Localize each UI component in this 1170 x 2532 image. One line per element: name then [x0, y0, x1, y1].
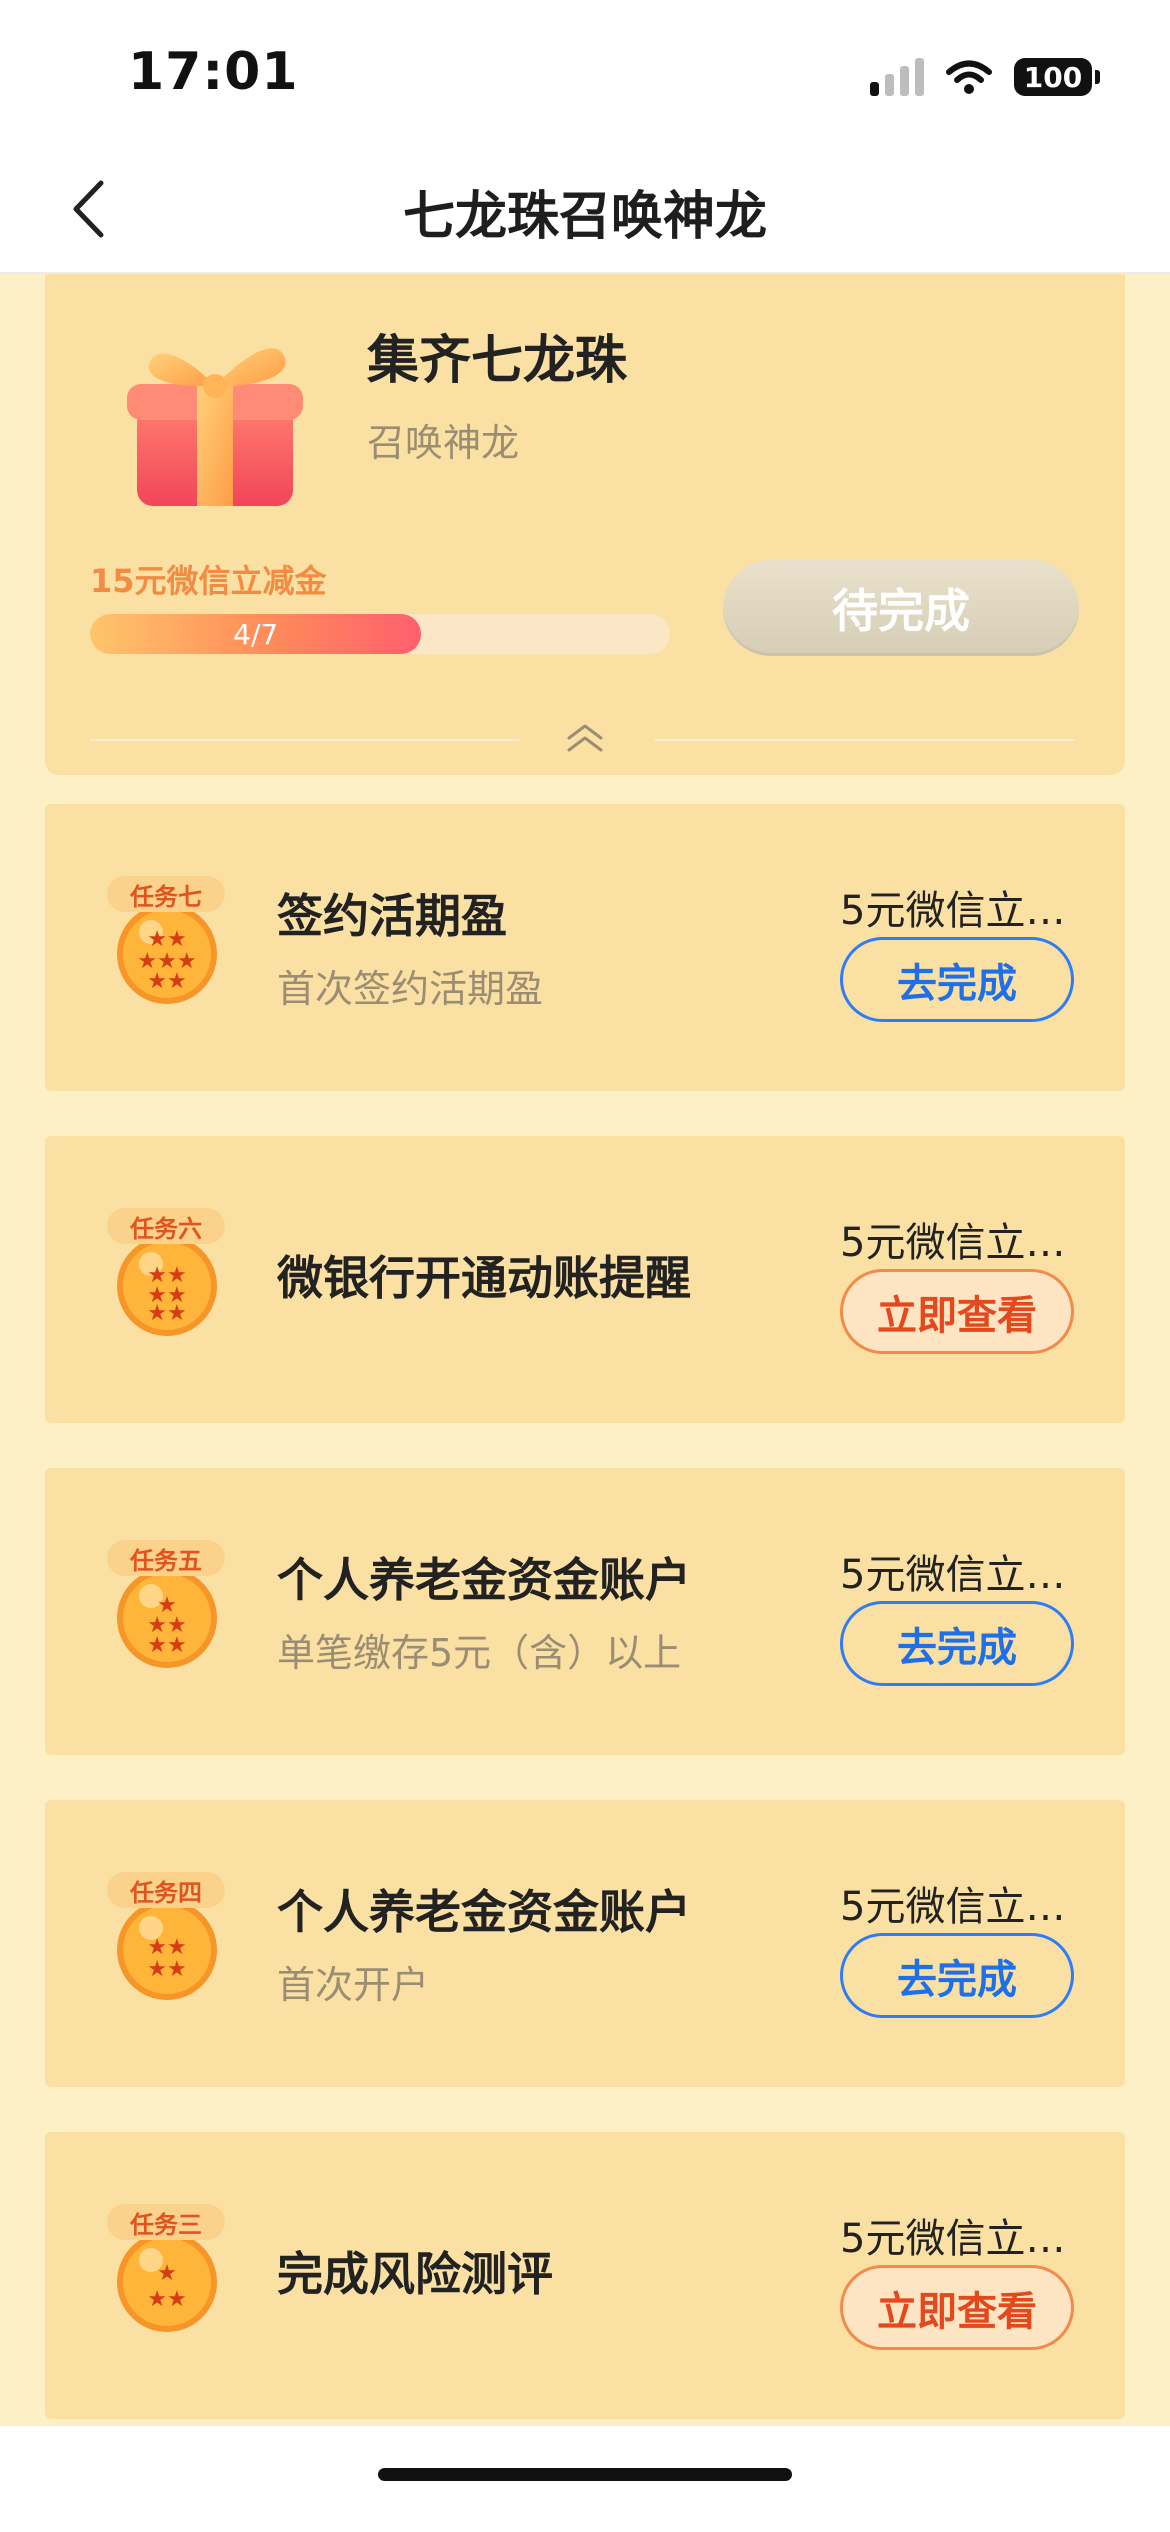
progress-fill: 4/7 [90, 614, 422, 654]
go-complete-button[interactable]: 去完成 [840, 1601, 1074, 1686]
task-card: 任务七 ★★★ ★★ ★★ 签约活期盈 首次签约活期盈 5元微信立减金 去完成 [45, 804, 1125, 1091]
status-icons: 100 [870, 52, 1100, 102]
wifi-icon [946, 60, 992, 94]
status-bar: 17:01 100 [0, 0, 1170, 150]
page-title: 七龙珠召唤神龙 [402, 187, 767, 247]
task-card: 任务三 ★ ★★ 完成风险测评 5元微信立减金 立即查看 [45, 2132, 1125, 2419]
bottom-bar [0, 2426, 1170, 2532]
task-card: 任务四 ★★ ★★ 个人养老金资金账户 首次开户 5元微信立减金 去完成 [45, 1800, 1125, 2087]
task-reward: 5元微信立减金 [840, 1884, 1085, 1930]
dragon-ball-icon: ★ ★★ [117, 2232, 217, 2332]
status-time: 17:01 [128, 42, 299, 102]
go-complete-button[interactable]: 去完成 [840, 937, 1074, 1022]
reward-label: 15元微信立减金 [90, 562, 327, 600]
view-now-button[interactable]: 立即查看 [840, 1269, 1074, 1354]
progress-bar: 4/7 [90, 614, 670, 654]
svg-text:★★: ★★ [147, 1633, 186, 1658]
task-reward: 5元微信立减金 [840, 2216, 1085, 2262]
task-subtitle: 首次签约活期盈 [277, 967, 544, 1011]
task-subtitle: 单笔缴存5元（含）以上 [277, 1631, 682, 1675]
task-reward: 5元微信立减金 [840, 888, 1085, 934]
view-now-button[interactable]: 立即查看 [840, 2265, 1074, 2350]
signal-icon [870, 58, 924, 96]
dragon-ball-icon: ★ ★★ ★★ [117, 1568, 217, 1668]
collapse-chevron-icon [567, 724, 603, 752]
task-title: 微银行开通动账提醒 [277, 1251, 691, 1305]
task-card: 任务五 ★ ★★ ★★ 个人养老金资金账户 单笔缴存5元（含）以上 5元微信立减… [45, 1468, 1125, 1755]
task-reward: 5元微信立减金 [840, 1220, 1085, 1266]
divider [90, 739, 520, 741]
task-card: 任务六 ★★ ★★ ★★ 微银行开通动账提醒 5元微信立减金 立即查看 [45, 1136, 1125, 1423]
task-badge: 任务三 [107, 2204, 225, 2240]
progress-text: 4/7 [233, 617, 279, 651]
pending-button[interactable]: 待完成 [723, 560, 1079, 656]
go-complete-button[interactable]: 去完成 [840, 1933, 1074, 2018]
task-title: 个人养老金资金账户 [277, 1885, 691, 1939]
task-title: 个人养老金资金账户 [277, 1553, 691, 1607]
svg-text:★★: ★★ [147, 1957, 186, 1982]
home-indicator[interactable] [378, 2468, 792, 2481]
dragon-ball-icon: ★★ ★★ [117, 1900, 217, 2000]
task-title: 完成风险测评 [277, 2247, 553, 2301]
svg-text:★: ★ [157, 2261, 177, 2286]
dragon-ball-icon: ★★ ★★ ★★ [117, 1236, 217, 1336]
divider [655, 739, 1075, 741]
summary-subtitle: 召唤神龙 [367, 421, 520, 465]
battery-icon: 100 [1014, 58, 1100, 96]
svg-text:★★: ★★ [147, 927, 186, 952]
gift-icon [127, 348, 303, 506]
svg-text:★★: ★★ [147, 1301, 186, 1326]
nav-bar: 七龙珠召唤神龙 [0, 150, 1170, 274]
content: 集齐七龙珠 召唤神龙 15元微信立减金 4/7 待完成 任务七 ★★★ ★★ ★… [0, 274, 1170, 2426]
task-title: 签约活期盈 [277, 889, 507, 943]
task-subtitle: 首次开户 [277, 1963, 430, 2007]
summary-title: 集齐七龙珠 [367, 331, 628, 391]
task-badge: 任务五 [107, 1540, 225, 1576]
summary-card: 集齐七龙珠 召唤神龙 15元微信立减金 4/7 待完成 [45, 274, 1125, 775]
task-badge: 任务六 [107, 1208, 225, 1244]
collapse-button[interactable] [555, 714, 615, 764]
task-reward: 5元微信立减金 [840, 1552, 1085, 1598]
dragon-ball-icon: ★★★ ★★ ★★ [117, 904, 217, 1004]
svg-text:★★: ★★ [147, 969, 186, 994]
task-badge: 任务七 [107, 876, 225, 912]
task-badge: 任务四 [107, 1872, 225, 1908]
svg-text:★★: ★★ [147, 2287, 186, 2312]
